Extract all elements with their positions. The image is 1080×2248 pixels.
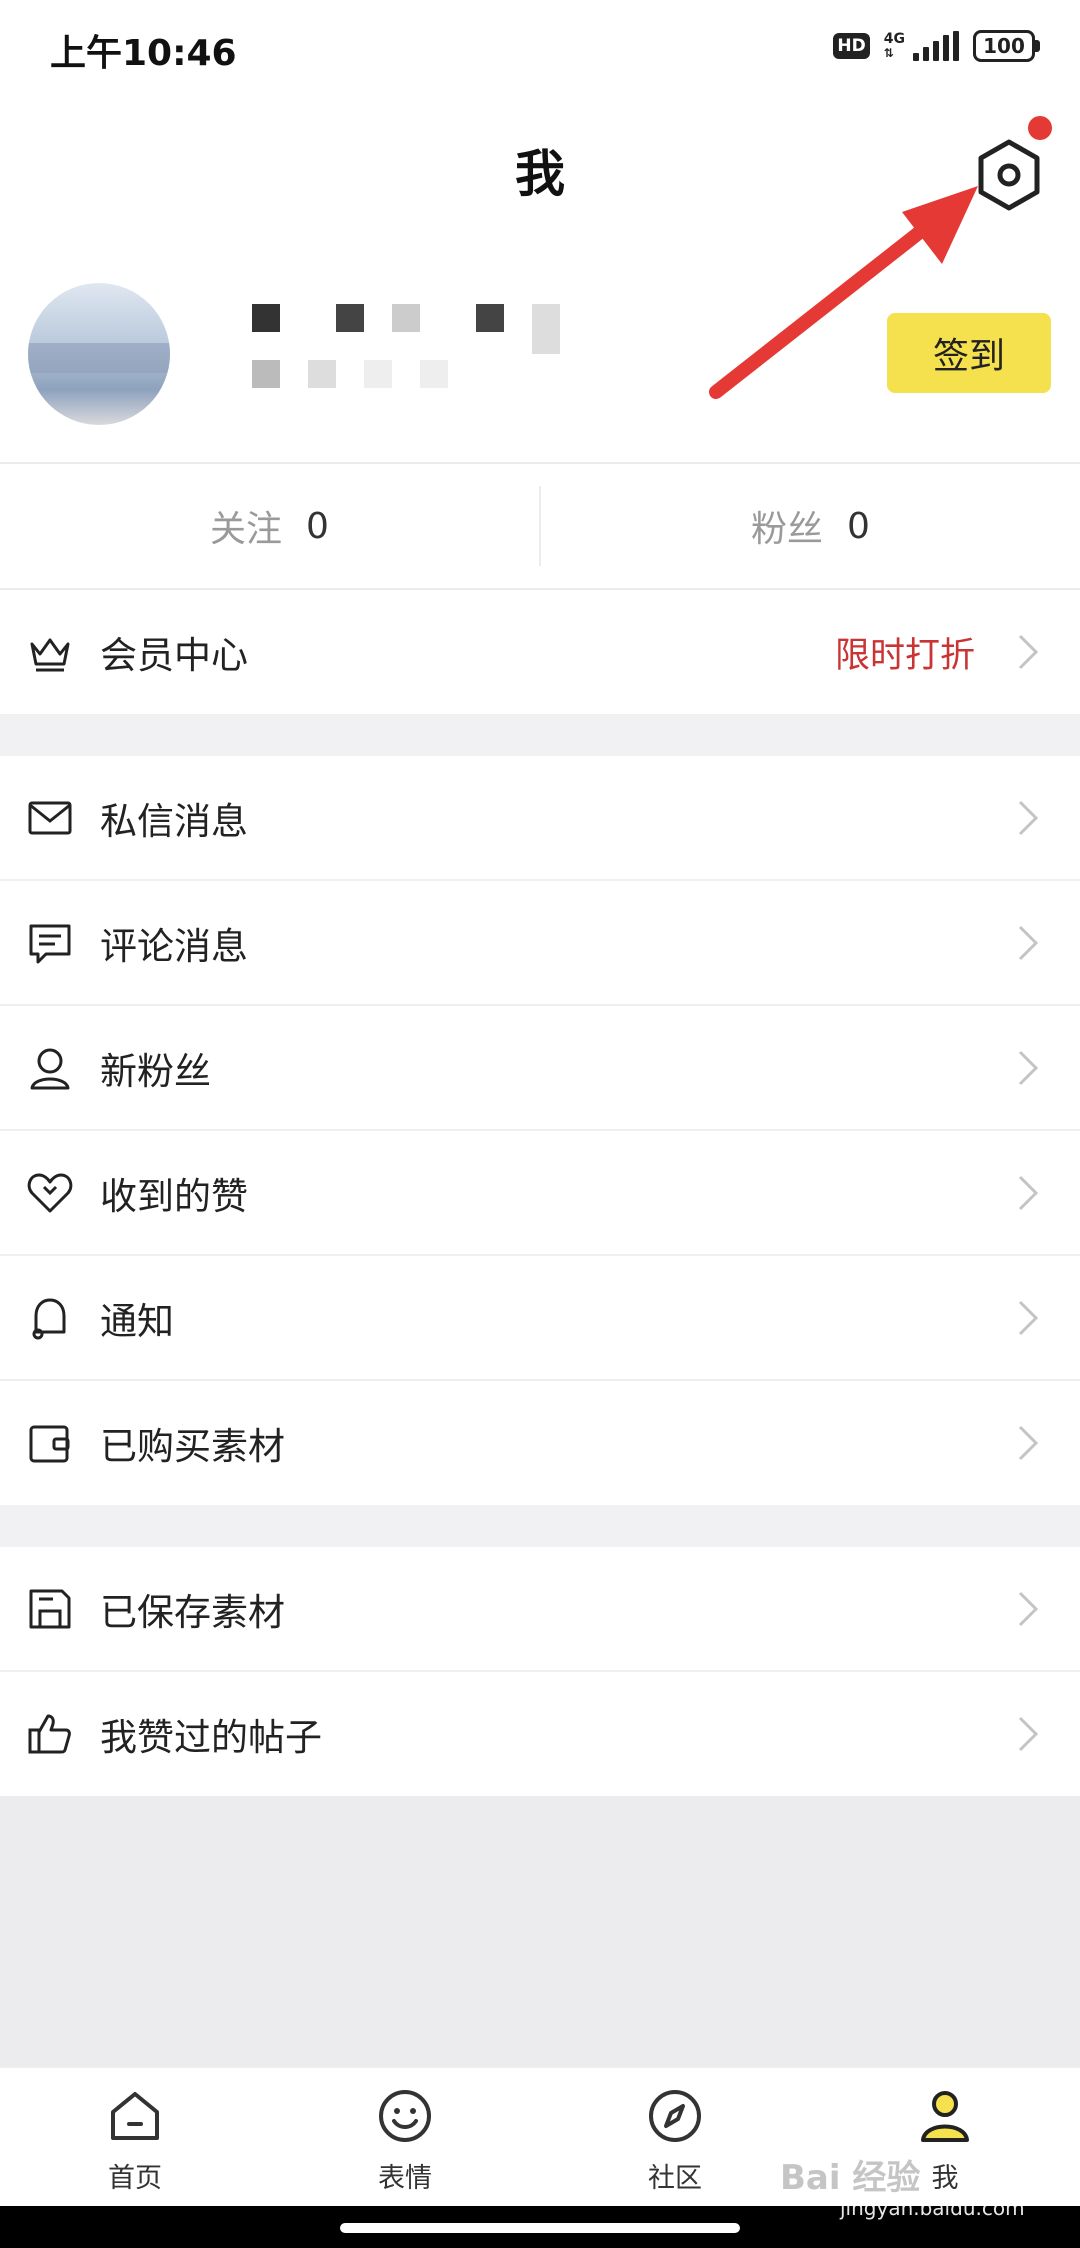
smiley-icon — [379, 2090, 431, 2142]
save-box-icon — [29, 1589, 71, 1629]
battery-icon: 100 — [973, 30, 1040, 62]
avatar[interactable] — [28, 283, 170, 425]
empty-area — [0, 1796, 1080, 2066]
signin-button[interactable]: 签到 — [887, 313, 1051, 393]
menu-item-comments[interactable]: 评论消息 — [0, 881, 1080, 1005]
menu-item-liked-posts[interactable]: 我赞过的帖子 — [0, 1672, 1080, 1796]
menu-item-new-fans[interactable]: 新粉丝 — [0, 1006, 1080, 1130]
notification-dot — [1028, 116, 1052, 140]
follow-stat[interactable]: 关注 0 — [0, 464, 539, 588]
member-center-label: 会员中心 — [100, 634, 248, 677]
page-title: 我 — [515, 145, 565, 203]
menu-item-purchased[interactable]: 已购买素材 — [0, 1381, 1080, 1505]
tab-stickers[interactable]: 表情 — [270, 2068, 540, 2206]
heart-icon — [27, 1173, 73, 1213]
chevron-right-icon — [1018, 1591, 1039, 1627]
follow-count: 0 — [306, 505, 329, 547]
tab-label: 首页 — [108, 2163, 162, 2194]
menu-item-messages[interactable]: 私信消息 — [0, 756, 1080, 880]
person-icon — [30, 1048, 70, 1090]
bell-icon — [32, 1298, 66, 1340]
fans-label: 粉丝 — [751, 509, 824, 550]
menu-item-label: 我赞过的帖子 — [100, 1716, 322, 1759]
section-gap — [0, 714, 1080, 756]
network-type: 4G ⇅ — [883, 31, 905, 60]
chevron-right-icon — [1018, 1425, 1039, 1461]
chevron-right-icon — [1018, 1175, 1039, 1211]
tab-label: 我 — [931, 2163, 959, 2194]
stats-row: 关注 0 粉丝 0 — [0, 464, 1080, 588]
menu-item-label: 新粉丝 — [100, 1050, 211, 1093]
mail-icon — [28, 801, 72, 835]
menu-item-saved[interactable]: 已保存素材 — [0, 1547, 1080, 1671]
status-icons: HD 4G ⇅ 100 — [833, 26, 1040, 66]
crown-icon — [30, 638, 70, 672]
thumbs-up-icon — [28, 1714, 71, 1754]
fans-stat[interactable]: 粉丝 0 — [541, 464, 1080, 588]
wallet-icon — [29, 1425, 70, 1463]
signal-icon — [913, 31, 959, 61]
section-gap — [0, 1505, 1080, 1547]
promo-text: 限时打折 — [834, 635, 975, 676]
chevron-right-icon — [1018, 634, 1039, 670]
hexagon-gear-icon — [978, 139, 1040, 211]
settings-button[interactable] — [970, 136, 1048, 214]
watermark: Bai 经验 — [780, 2158, 921, 2198]
chevron-right-icon — [1018, 1716, 1039, 1752]
home-icon — [111, 2092, 159, 2140]
status-time: 上午10:46 — [50, 33, 237, 74]
menu-item-label: 收到的赞 — [100, 1175, 248, 1218]
follow-label: 关注 — [210, 509, 283, 550]
watermark-url: jingyan.baidu.com — [840, 2196, 1025, 2220]
tab-label: 社区 — [648, 2163, 702, 2194]
home-indicator[interactable] — [340, 2223, 740, 2233]
chevron-right-icon — [1018, 1300, 1039, 1336]
chevron-right-icon — [1018, 1050, 1039, 1086]
member-center-row[interactable]: 会员中心 限时打折 — [0, 590, 1080, 714]
chevron-right-icon — [1018, 800, 1039, 836]
chevron-right-icon — [1018, 925, 1039, 961]
tab-home[interactable]: 首页 — [0, 2068, 270, 2206]
hd-icon: HD — [833, 33, 870, 59]
compass-icon — [649, 2090, 701, 2142]
menu-item-label: 已保存素材 — [100, 1591, 285, 1634]
network-label: 4G — [883, 31, 905, 47]
menu-item-label: 私信消息 — [100, 800, 248, 843]
battery-level: 100 — [973, 30, 1035, 62]
fans-count: 0 — [847, 505, 870, 547]
user-filled-icon — [921, 2091, 969, 2142]
status-bar: 上午10:46 HD 4G ⇅ 100 — [0, 0, 1080, 90]
menu-item-label: 通知 — [100, 1300, 174, 1343]
menu-item-label: 评论消息 — [100, 925, 248, 968]
tab-label: 表情 — [378, 2163, 432, 2194]
menu-item-likes-received[interactable]: 收到的赞 — [0, 1131, 1080, 1255]
username-redacted — [196, 300, 626, 392]
tab-community[interactable]: 社区 — [540, 2068, 810, 2206]
menu-item-notifications[interactable]: 通知 — [0, 1256, 1080, 1380]
comment-icon — [29, 924, 71, 964]
menu-item-label: 已购买素材 — [100, 1425, 285, 1468]
